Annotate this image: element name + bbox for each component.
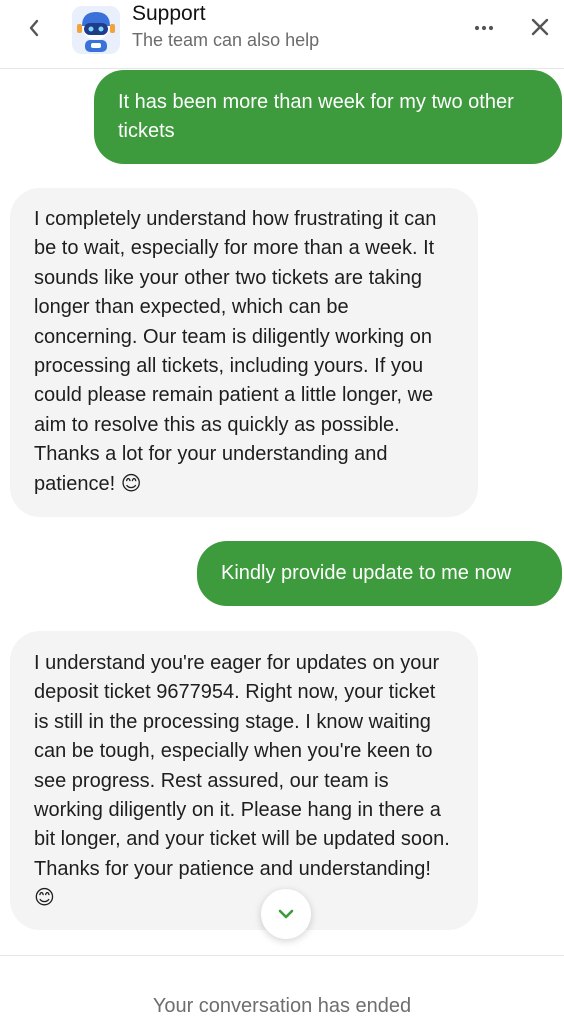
back-button[interactable] — [22, 16, 46, 40]
conversation-ended-label: Your conversation has ended — [152, 995, 412, 1017]
chat-header: Support The team can also help — [0, 0, 564, 69]
bot-message: I understand you're eager for updates on… — [10, 631, 478, 930]
more-options-button[interactable] — [472, 16, 496, 40]
chat-subtitle: The team can also help — [132, 30, 320, 50]
scroll-to-bottom-button[interactable] — [261, 889, 311, 939]
close-button[interactable] — [528, 15, 552, 39]
user-message: Kindly provide update to me now — [197, 541, 562, 606]
robot-icon — [72, 6, 120, 54]
footer-divider — [0, 955, 564, 956]
more-dots-icon — [474, 25, 494, 31]
chat-title: Support — [132, 2, 206, 25]
chevron-down-icon — [278, 909, 294, 919]
bot-message: I completely understand how frustrating … — [10, 188, 478, 517]
chevron-left-icon — [29, 19, 39, 37]
user-message: It has been more than week for my two ot… — [94, 70, 562, 164]
close-icon — [531, 18, 549, 36]
bot-avatar — [72, 6, 120, 54]
